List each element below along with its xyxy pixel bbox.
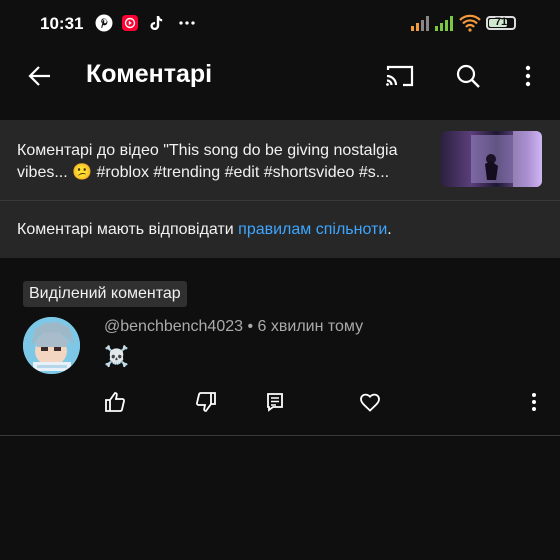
avatar[interactable] [23, 317, 80, 374]
comment-divider [0, 435, 560, 436]
dislike-button[interactable] [192, 388, 220, 416]
tiktok-icon [150, 16, 163, 30]
panel-divider [0, 200, 560, 201]
dislike-icon [196, 392, 216, 412]
thumbnail-figure-image [471, 131, 542, 187]
comment-author[interactable]: @benchbench4023 [104, 318, 243, 335]
status-time: 10:31 [40, 14, 84, 33]
more-vert-icon [532, 393, 536, 411]
video-thumbnail[interactable] [441, 131, 542, 187]
more-vert-icon [525, 65, 531, 87]
more-dots-icon [179, 21, 195, 25]
wifi-icon [459, 14, 481, 32]
avatar-image [23, 317, 80, 374]
more-options-button[interactable] [510, 58, 546, 94]
battery-level: 71 [494, 16, 508, 28]
app-bar: Коментарі [0, 48, 560, 104]
cast-icon [386, 65, 414, 87]
cast-button[interactable] [382, 58, 418, 94]
highlighted-comment-badge: Виділений коментар [23, 281, 187, 307]
like-icon [105, 392, 125, 412]
back-button[interactable] [22, 58, 58, 94]
battery-indicator: 71 [486, 16, 516, 30]
community-rules-text: Коментарі мають відповідати правилам спі… [17, 221, 392, 239]
heart-icon [360, 393, 380, 412]
pinterest-icon [95, 14, 113, 32]
cellular-signal-2-icon [435, 16, 453, 31]
comment-text: ☠️ [104, 346, 129, 368]
youtube-music-icon [122, 15, 138, 31]
comment-time: 6 хвилин тому [257, 318, 364, 335]
cellular-signal-icon [411, 16, 429, 31]
reply-icon [267, 393, 283, 412]
rules-suffix: . [387, 221, 392, 238]
page-title: Коментарі [86, 60, 213, 88]
reply-button[interactable] [261, 388, 289, 416]
comment-more-button[interactable] [520, 388, 548, 416]
community-guidelines-link[interactable]: правилам спільноти [238, 221, 387, 238]
status-bar: 10:31 71 [0, 0, 560, 48]
rules-prefix: Коментарі мають відповідати [17, 221, 239, 238]
comments-header-panel: Коментарі до відео "This song do be givi… [0, 120, 560, 258]
video-title-text[interactable]: Коментарі до відео "This song do be givi… [17, 140, 432, 184]
comment-meta: @benchbench4023 • 6 хвилин тому [104, 318, 363, 336]
arrow-left-icon [28, 66, 50, 86]
search-icon [456, 64, 480, 88]
meta-separator: • [243, 318, 258, 335]
like-button[interactable] [101, 388, 129, 416]
search-button[interactable] [450, 58, 486, 94]
heart-button[interactable] [356, 388, 384, 416]
